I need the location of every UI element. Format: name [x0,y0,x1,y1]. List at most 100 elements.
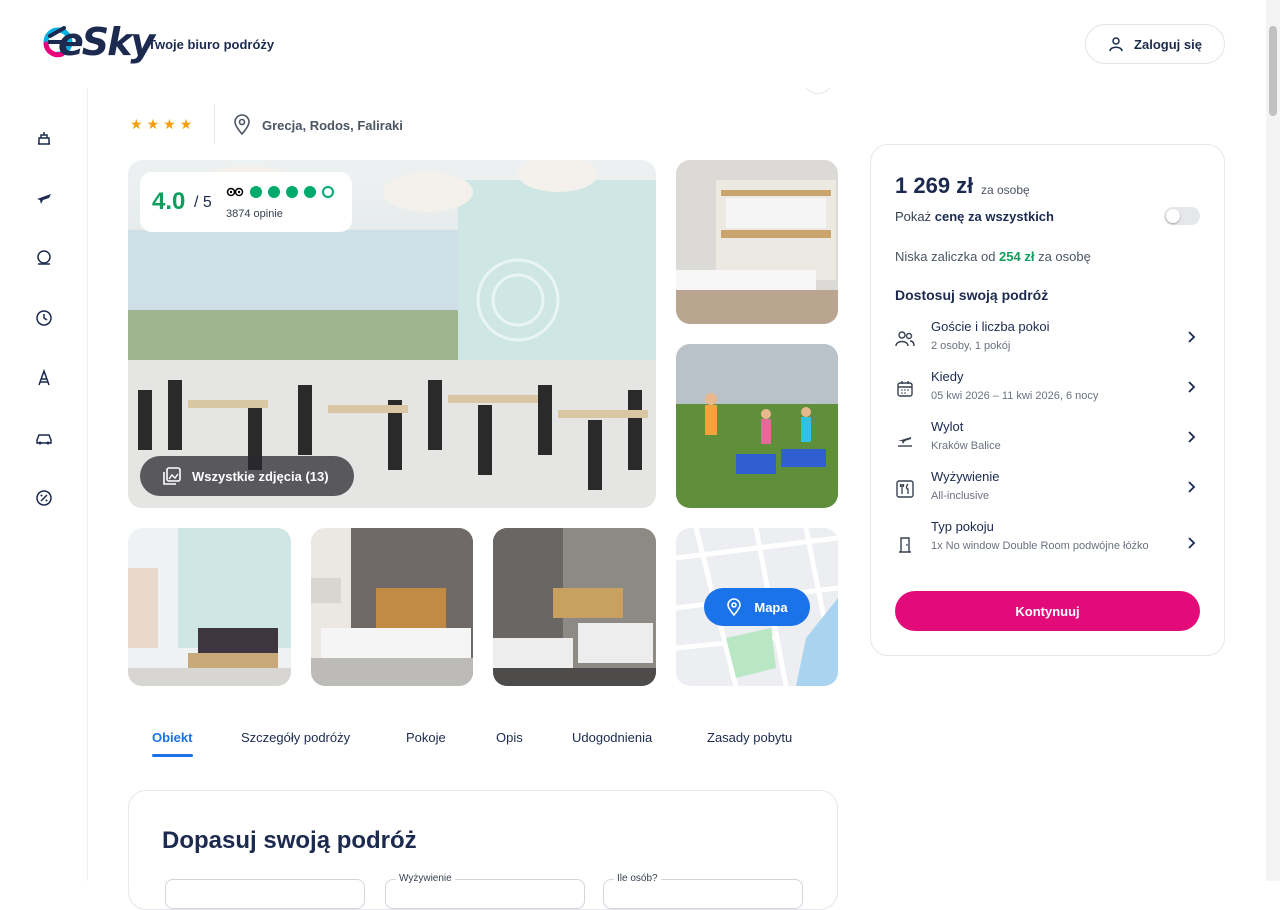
tab-udogodnienia[interactable]: Udogodnienia [572,730,652,745]
photo-bedroom-2[interactable] [493,528,656,686]
hotel-icon[interactable] [34,128,54,148]
rating-card[interactable]: 4.0 / 5 3874 opinie [140,172,352,232]
map-label: Mapa [754,599,788,615]
active-tab-indicator [152,754,193,757]
scrollbar-thumb[interactable] [1269,26,1277,116]
departure-icon [895,429,915,449]
tab-obiekt[interactable]: Obiekt [152,730,192,745]
option-departure-value: Kraków Balice [931,440,1001,452]
people-select-label: Ile osób? [614,873,661,884]
option-room-type-title: Typ pokoju [931,519,994,534]
option-room-type-value: 1x No window Double Room podwójne łóżko [931,540,1149,552]
option-meal-title: Wyżywienie [931,469,1000,484]
price-per-person: za osobę [981,183,1030,197]
show-total-toggle[interactable] [1164,207,1200,225]
price: 1 269 zł [895,173,974,198]
option-dates-value: 05 kwi 2026 – 11 kwi 2026, 6 nocy [931,390,1099,402]
header: eSky Twoje biuro podróży Zaloguj się [0,0,1266,88]
map-pin-icon [727,598,742,616]
deposit-amount: 254 zł [999,249,1035,264]
option-departure-title: Wylot [931,419,964,434]
door-icon [895,535,915,555]
option-dates[interactable]: Kiedy 05 kwi 2026 – 11 kwi 2026, 6 nocy [895,369,1201,409]
option-guests-title: Goście i liczba pokoi [931,319,1050,334]
toggle-knob [1166,209,1180,223]
location-pin-icon [234,114,250,136]
guests-icon [895,329,915,349]
user-icon [1109,37,1123,52]
login-label: Zaloguj się [1134,36,1202,52]
tab-opis[interactable]: Opis [496,730,523,745]
calendar-icon [895,379,915,399]
scrollbar[interactable] [1266,0,1280,881]
show-total-prefix: Pokaż [895,209,935,224]
fitness-image [676,344,838,508]
logo-wordmark: eSky [58,20,155,64]
meal-icon [895,479,915,499]
star-icon: ★ [163,116,176,132]
chevron-right-icon [1188,381,1196,393]
rating-dot-filled [286,186,298,198]
hotel-location[interactable]: Grecja, Rodos, Faliraki [232,114,403,136]
attraction-icon[interactable] [34,368,54,388]
chevron-right-icon [1188,481,1196,493]
lounge-image [128,528,291,686]
rating-dot-filled [250,186,262,198]
tripadvisor-icon [226,187,244,197]
option-guests[interactable]: Goście i liczba pokoi 2 osoby, 1 pokój [895,319,1201,359]
photo-fitness[interactable] [676,344,838,508]
clock-icon[interactable] [34,308,54,328]
esky-logo[interactable]: eSky [40,20,155,64]
star-icon: ★ [146,116,160,132]
bedroom-2-image [493,528,656,686]
photo-bunk-room[interactable] [676,160,838,324]
rating-max: / 5 [194,194,212,211]
deposit-info: Niska zaliczka od 254 zł za osobę [895,249,1091,264]
beach-icon[interactable] [34,248,54,268]
tab-szczegoly-podrozy[interactable]: Szczegóły podróży [241,730,350,745]
photo-lounge[interactable] [128,528,291,686]
tab-bar: Obiekt Szczegóły podróży Pokoje Opis Udo… [128,720,838,760]
booking-card: 1 269 zł za osobę Pokaż cenę za wszystki… [870,144,1225,656]
tab-zasady-pobytu[interactable]: Zasady pobytu [707,730,792,745]
hotel-stars: ★ ★ ★ ★ [130,116,192,133]
car-icon[interactable] [34,428,54,448]
star-icon: ★ [130,116,143,132]
rating-score: 4.0 [152,188,186,215]
discount-icon[interactable] [34,488,54,508]
tab-pokoje[interactable]: Pokoje [406,730,446,745]
meal-select[interactable]: Wyżywienie [385,873,585,909]
map-button[interactable]: Mapa [704,588,810,626]
all-photos-button[interactable]: Wszystkie zdjęcia (13) [140,456,354,496]
option-meal[interactable]: Wyżywienie All-inclusive [895,469,1201,509]
option-guests-value: 2 osoby, 1 pokój [931,340,1011,352]
tagline: Twoje biuro podróży [148,37,275,52]
photo-bedroom-1[interactable] [311,528,473,686]
login-button[interactable]: Zaloguj się [1085,24,1225,64]
option-room-type[interactable]: Typ pokoju 1x No window Double Room podw… [895,519,1201,571]
bunk-room-image [676,160,838,324]
show-total-bold: cenę za wszystkich [934,209,1054,224]
continue-button[interactable]: Kontynuuj [895,591,1200,631]
customize-title: Dostosuj swoją podróż [895,287,1049,303]
all-photos-label: Wszystkie zdjęcia (13) [192,468,329,484]
chevron-right-icon [1188,537,1196,549]
option-dates-title: Kiedy [931,369,964,384]
customize-trip-card: Dopasuj swoją podróż Wyżywienie Ile osób… [128,790,838,910]
review-count: 3874 opinie [226,208,283,220]
flight-icon[interactable] [34,188,54,208]
chevron-right-icon [1188,431,1196,443]
option-meal-value: All-inclusive [931,490,990,502]
gallery-icon [163,467,181,485]
bedroom-1-image [311,528,473,686]
fit-field-1[interactable] [165,879,365,909]
deposit-suffix: za osobę [1034,249,1091,264]
rating-dot-filled [268,186,280,198]
deposit-prefix: Niska zaliczka od [895,249,1000,264]
people-select[interactable]: Ile osób? [603,873,803,909]
show-total-label: Pokaż cenę za wszystkich [895,209,1054,224]
chevron-right-icon [1188,331,1196,343]
option-departure[interactable]: Wylot Kraków Balice [895,419,1201,459]
meal-select-label: Wyżywienie [396,873,455,884]
rating-dots [226,186,334,198]
